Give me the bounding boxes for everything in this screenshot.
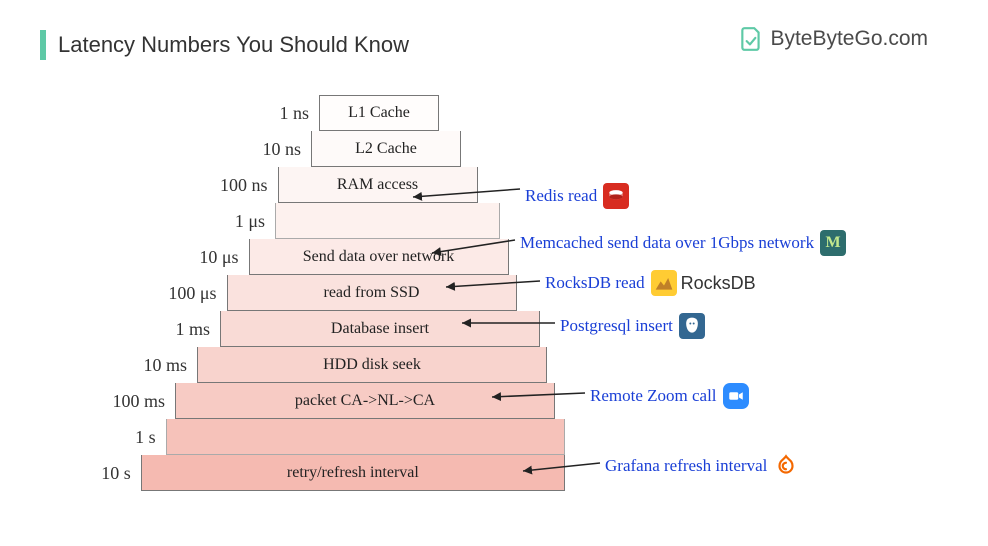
annotation: RocksDB readRocksDB [545,270,756,296]
pyramid-row: 1 nsL1 Cache [45,95,565,131]
pyramid-block: L2 Cache [311,131,461,167]
time-label: 100 ns [45,167,278,203]
pyramid-row: 10 sretry/refresh interval [45,455,565,491]
time-label: 1 μs [45,203,275,239]
pyramid-block [275,203,500,239]
pyramid-block: read from SSD [227,275,517,311]
pyramid-block: Send data over network [249,239,509,275]
pyramid-row: 100 μsread from SSD [45,275,565,311]
time-label: 10 s [45,455,141,491]
time-label: 1 ms [45,311,220,347]
brand-icon [738,26,764,52]
latency-pyramid: 1 nsL1 Cache10 nsL2 Cache100 nsRAM acces… [45,95,565,491]
brand-logo: ByteByteGo.com [738,26,928,52]
pyramid-row: 10 nsL2 Cache [45,131,565,167]
pyramid-block: L1 Cache [319,95,439,131]
pyramid-row: 1 μs [45,203,565,239]
pyramid-block: HDD disk seek [197,347,547,383]
pyramid-block: Database insert [220,311,540,347]
pyramid-block: retry/refresh interval [141,455,565,491]
title-accent-bar [40,30,46,60]
time-label: 1 ns [45,95,319,131]
annotation: Memcached send data over 1Gbps networkM [520,230,846,256]
pyramid-block [166,419,565,455]
page-title: Latency Numbers You Should Know [58,32,409,58]
pyramid-row: 100 mspacket CA->NL->CA [45,383,565,419]
time-label: 10 μs [45,239,249,275]
zoom-icon [723,383,749,409]
annotation-text: Postgresql insert [560,316,673,336]
time-label: 1 s [45,419,166,455]
redis-icon [603,183,629,209]
annotation-text: Grafana refresh interval [605,456,767,476]
brand-text: ByteByteGo.com [770,27,928,51]
pyramid-row: 1 s [45,419,565,455]
pyramid-block: packet CA->NL->CA [175,383,555,419]
memcached-icon: M [820,230,846,256]
pyramid-block: RAM access [278,167,478,203]
rocksdb-icon [651,270,677,296]
annotation: Grafana refresh interval [605,453,799,479]
pyramid-row: 10 msHDD disk seek [45,347,565,383]
pyramid-row: 10 μsSend data over network [45,239,565,275]
annotation: Remote Zoom call [590,383,749,409]
header: Latency Numbers You Should Know [40,30,409,60]
rocksdb-wordmark: RocksDB [681,273,756,294]
postgres-icon [679,313,705,339]
grafana-icon [773,453,799,479]
pyramid-row: 1 msDatabase insert [45,311,565,347]
time-label: 100 ms [45,383,175,419]
annotation: Postgresql insert [560,313,705,339]
time-label: 10 ns [45,131,311,167]
time-label: 100 μs [45,275,227,311]
pyramid-row: 100 nsRAM access [45,167,565,203]
annotation-text: Remote Zoom call [590,386,717,406]
time-label: 10 ms [45,347,197,383]
